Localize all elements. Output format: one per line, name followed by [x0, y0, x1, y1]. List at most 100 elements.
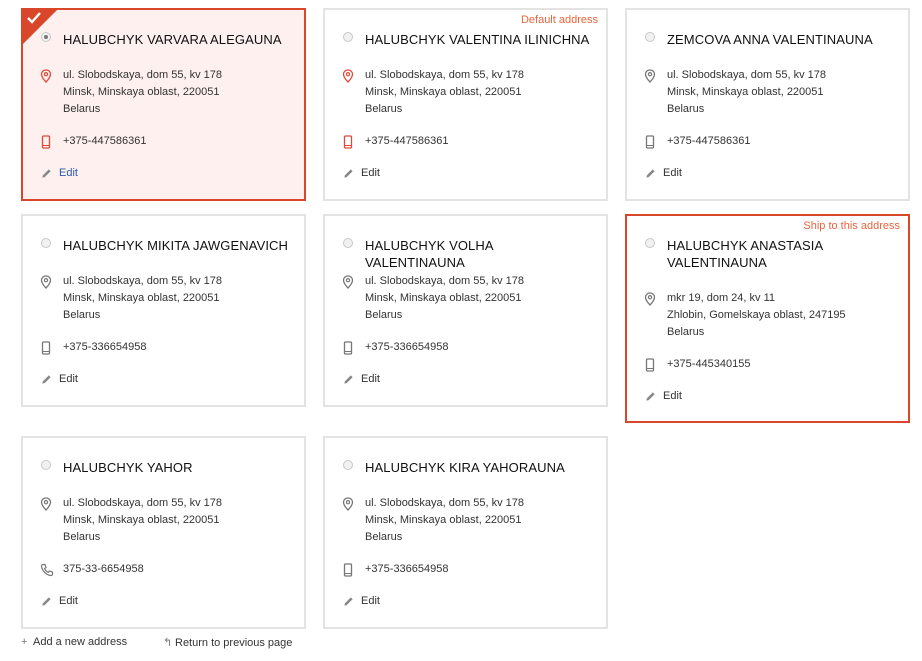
address-radio[interactable] [41, 238, 51, 248]
address-city: Minsk, Minskaya oblast, 220051 [365, 514, 522, 526]
phone-number: +375-336654958 [365, 563, 449, 575]
edit-link[interactable]: Edit [663, 390, 682, 402]
pencil-icon [343, 596, 354, 607]
edit-link[interactable]: Edit [59, 373, 78, 385]
address-block: ul. Slobodskaya, dom 55, kv 178 Minsk, M… [63, 495, 222, 546]
mobile-phone-icon [342, 563, 354, 577]
location-pin-icon [40, 497, 52, 511]
plus-icon: + [21, 636, 28, 648]
recipient-name: HALUBCHYK KIRA YAHORAUNA [365, 460, 565, 475]
phone-number: +375-447586361 [365, 135, 449, 147]
return-label: Return to previous page [175, 637, 293, 649]
phone-number: +375-336654958 [63, 341, 147, 353]
add-new-address-label: Add a new address [33, 636, 128, 648]
recipient-name-line2: VALENTINAUNA [667, 255, 767, 270]
address-country: Belarus [63, 531, 101, 543]
pencil-icon [343, 168, 354, 179]
address-card[interactable]: HALUBCHYK VARVARA ALEGAUNA ul. Slobodska… [21, 8, 306, 201]
address-block: ul. Slobodskaya, dom 55, kv 178 Minsk, M… [667, 67, 826, 118]
address-card[interactable]: HALUBCHYK KIRA YAHORAUNA ul. Slobodskaya… [323, 436, 608, 629]
address-radio[interactable] [343, 238, 353, 248]
address-radio[interactable] [645, 238, 655, 248]
edit-link[interactable]: Edit [361, 373, 380, 385]
edit-link[interactable]: Edit [59, 167, 78, 179]
location-pin-icon [644, 69, 656, 83]
address-street: ul. Slobodskaya, dom 55, kv 178 [667, 69, 826, 81]
address-card[interactable]: HALUBCHYK YAHOR ul. Slobodskaya, dom 55,… [21, 436, 306, 629]
address-radio[interactable] [645, 32, 655, 42]
pencil-icon [343, 374, 354, 385]
pencil-icon [41, 374, 52, 385]
phone-number: 375-33-6654958 [63, 563, 144, 575]
recipient-name: HALUBCHYK MIKITA JAWGENAVICH [63, 238, 289, 253]
phone-handset-icon [40, 563, 54, 577]
recipient-name: HALUBCHYK YAHOR [63, 460, 193, 475]
address-block: ul. Slobodskaya, dom 55, kv 178 Minsk, M… [365, 495, 524, 546]
return-to-previous-page-link[interactable]: ↰ Return to previous page [163, 636, 292, 649]
location-pin-icon [40, 275, 52, 289]
address-radio[interactable] [41, 32, 51, 42]
phone-number: +375-336654958 [365, 341, 449, 353]
mobile-phone-icon [40, 341, 52, 355]
address-city: Zhlobin, Gomelskaya oblast, 247195 [667, 309, 846, 321]
address-city: Minsk, Minskaya oblast, 220051 [365, 292, 522, 304]
recipient-name-line1: HALUBCHYK ANASTASIA [667, 238, 824, 253]
location-pin-icon [342, 275, 354, 289]
address-city: Minsk, Minskaya oblast, 220051 [63, 514, 220, 526]
edit-link[interactable]: Edit [361, 595, 380, 607]
mobile-phone-icon [342, 341, 354, 355]
mobile-phone-icon [40, 135, 52, 149]
address-card[interactable]: ZEMCOVA ANNA VALENTINAUNA ul. Slobodskay… [625, 8, 910, 201]
address-country: Belarus [667, 326, 705, 338]
address-street: ul. Slobodskaya, dom 55, kv 178 [365, 69, 524, 81]
address-street: mkr 19, dom 24, kv 11 [667, 292, 776, 304]
ship-to-this-address-tag[interactable]: Ship to this address [803, 220, 900, 232]
recipient-name: HALUBCHYK VOLHA VALENTINAUNA [365, 238, 493, 270]
pencil-icon [41, 168, 52, 179]
phone-number: +375-447586361 [667, 135, 751, 147]
address-street: ul. Slobodskaya, dom 55, kv 178 [365, 275, 524, 287]
address-city: Minsk, Minskaya oblast, 220051 [365, 86, 522, 98]
address-city: Minsk, Minskaya oblast, 220051 [63, 86, 220, 98]
default-address-tag: Default address [520, 14, 598, 26]
mobile-phone-icon [342, 135, 354, 149]
address-block: ul. Slobodskaya, dom 55, kv 178 Minsk, M… [63, 273, 222, 324]
location-pin-icon [342, 69, 354, 83]
address-country: Belarus [63, 309, 101, 321]
address-block: ul. Slobodskaya, dom 55, kv 178 Minsk, M… [365, 273, 524, 324]
mobile-phone-icon [644, 135, 656, 149]
add-new-address-link[interactable]: + Add a new address [21, 636, 127, 648]
address-block: ul. Slobodskaya, dom 55, kv 178 Minsk, M… [63, 67, 222, 118]
phone-number: +375-447586361 [63, 135, 147, 147]
address-block: ul. Slobodskaya, dom 55, kv 178 Minsk, M… [365, 67, 524, 118]
edit-link[interactable]: Edit [663, 167, 682, 179]
address-country: Belarus [667, 103, 705, 115]
address-card[interactable]: HALUBCHYK VOLHA VALENTINAUNA ul. Slobods… [323, 214, 608, 407]
address-card[interactable]: Ship to this address HALUBCHYK ANASTASIA… [625, 214, 910, 423]
recipient-name: HALUBCHYK ANASTASIA VALENTINAUNA [667, 237, 898, 271]
mobile-phone-icon [644, 358, 656, 372]
phone-number: +375-445340155 [667, 358, 751, 370]
address-street: ul. Slobodskaya, dom 55, kv 178 [63, 497, 222, 509]
pencil-icon [645, 391, 656, 402]
location-pin-icon [40, 69, 52, 83]
address-radio[interactable] [41, 460, 51, 470]
pencil-icon [645, 168, 656, 179]
address-card[interactable]: HALUBCHYK MIKITA JAWGENAVICH ul. Slobods… [21, 214, 306, 407]
address-street: ul. Slobodskaya, dom 55, kv 178 [365, 497, 524, 509]
location-pin-icon [342, 497, 354, 511]
address-card[interactable]: Default address HALUBCHYK VALENTINA ILIN… [323, 8, 608, 201]
edit-link[interactable]: Edit [361, 167, 380, 179]
address-radio[interactable] [343, 460, 353, 470]
return-arrow-icon: ↰ [163, 637, 173, 649]
edit-link[interactable]: Edit [59, 595, 78, 607]
address-country: Belarus [365, 531, 403, 543]
recipient-name: HALUBCHYK VARVARA ALEGAUNA [63, 32, 282, 47]
address-country: Belarus [365, 309, 403, 321]
address-city: Minsk, Minskaya oblast, 220051 [667, 86, 824, 98]
recipient-name: HALUBCHYK VALENTINA ILINICHNA [365, 32, 590, 47]
checkmark-icon [27, 12, 41, 24]
address-radio[interactable] [343, 32, 353, 42]
pencil-icon [41, 596, 52, 607]
location-pin-icon [644, 292, 656, 306]
